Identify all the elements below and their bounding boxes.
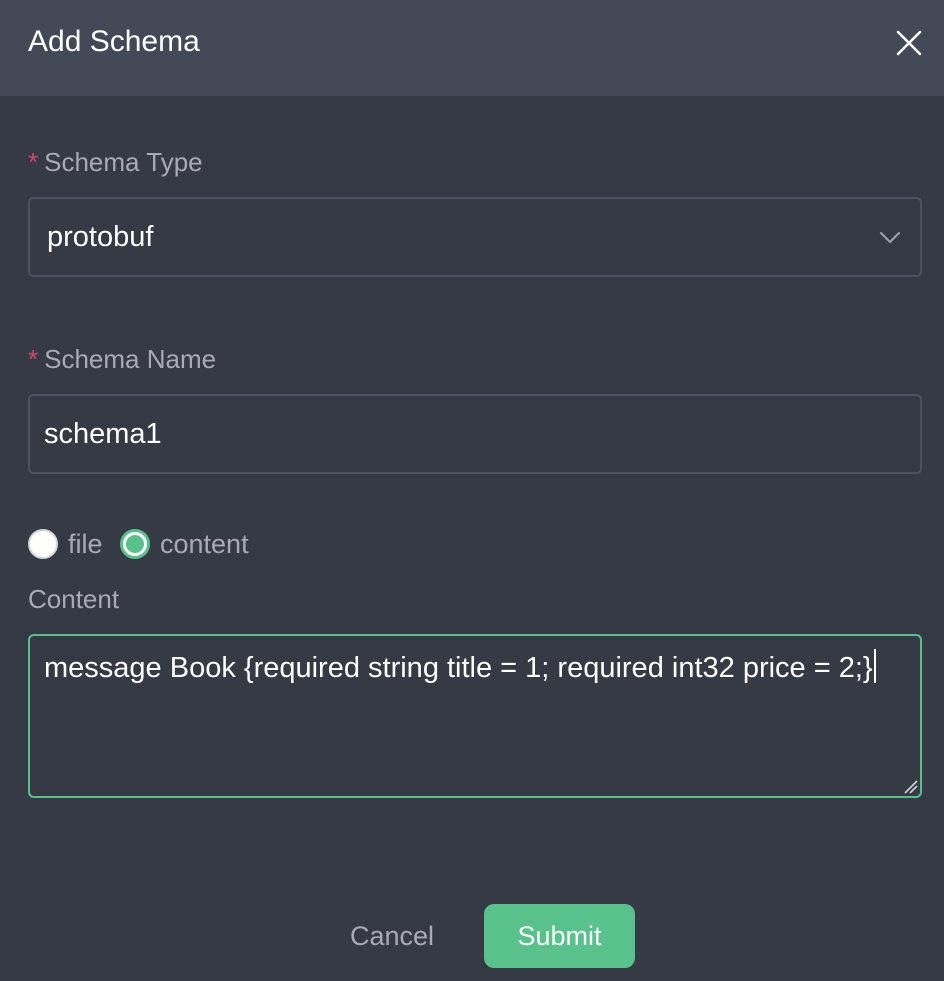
close-icon [896, 30, 922, 56]
radio-content-circle [120, 529, 150, 559]
schema-name-field [28, 394, 922, 474]
radio-file-label: file [68, 529, 103, 559]
radio-file[interactable]: file [28, 527, 103, 561]
text-caret [873, 649, 876, 683]
radio-content-label: content [160, 529, 249, 559]
submit-button[interactable]: Submit [484, 904, 635, 968]
add-schema-dialog: Add Schema * Schema Type protobuf * Schema… [0, 0, 944, 981]
required-mark: * [28, 344, 39, 374]
radio-content[interactable]: content [120, 527, 249, 561]
content-textarea[interactable]: message Book {required string title = 1;… [28, 634, 922, 798]
radio-file-circle [28, 529, 58, 559]
cancel-button[interactable]: Cancel [330, 905, 454, 967]
schema-type-label-row: * Schema Type [28, 145, 203, 179]
chevron-down-icon [877, 224, 903, 250]
content-text-wrapper: message Book {required string title = 1;… [44, 648, 900, 688]
resize-handle-icon[interactable] [902, 778, 918, 794]
close-button[interactable] [888, 22, 930, 64]
schema-name-input[interactable] [44, 414, 904, 454]
schema-name-label-row: * Schema Name [28, 342, 216, 376]
dialog-header: Add Schema [0, 0, 944, 96]
dialog-title: Add Schema [28, 25, 200, 58]
schema-type-label: Schema Type [44, 147, 203, 177]
radio-selected-dot [126, 535, 144, 553]
schema-type-select[interactable]: protobuf [28, 197, 922, 277]
content-label: Content [28, 584, 120, 614]
content-text: message Book {required string title = 1;… [44, 652, 873, 684]
schema-type-selected-value: protobuf [47, 221, 154, 253]
required-mark: * [28, 147, 39, 177]
schema-name-label: Schema Name [44, 344, 217, 374]
